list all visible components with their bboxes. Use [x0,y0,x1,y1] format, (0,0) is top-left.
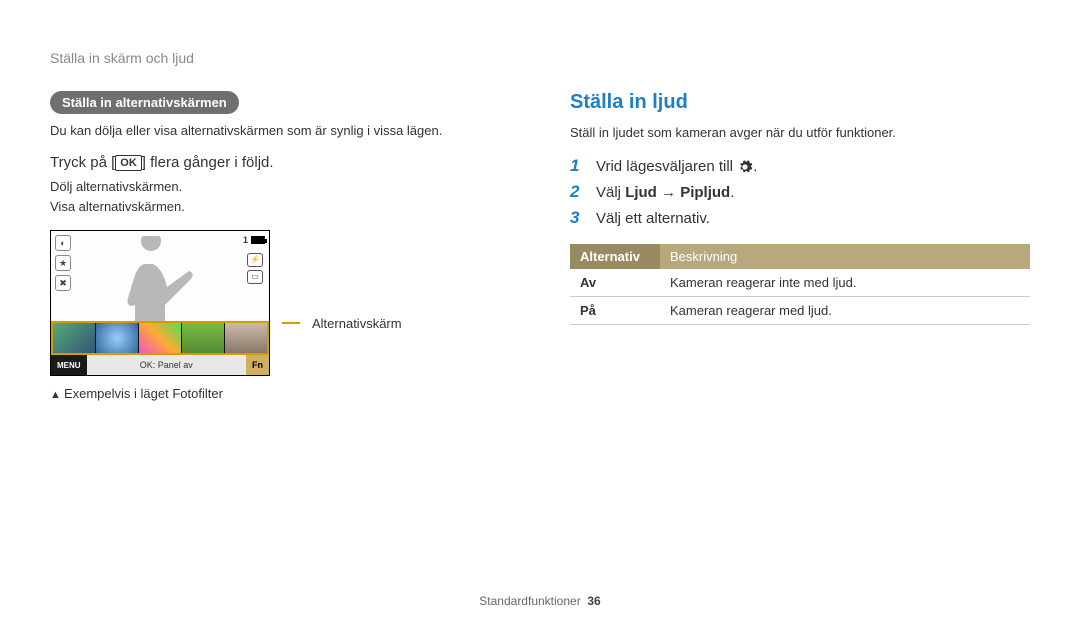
breadcrumb: Ställa in skärm och ljud [50,50,1030,66]
page-number: 36 [587,594,600,608]
instr-prefix: Tryck på [ [50,154,115,171]
step-pre: Vrid lägesväljaren till [596,158,737,175]
opt-cell: Av [570,269,660,297]
sub-item-2: Visa alternativskärmen. [50,197,510,217]
filter-strip [51,321,269,355]
gear-icon [737,159,753,175]
step-bold2: Pipljud [680,184,730,201]
step-pre: Välj [596,184,625,201]
example-note: Exempelvis i läget Fotofilter [50,386,510,401]
off-icon: ✖ [55,275,71,291]
section-heading: Ställa in ljud [570,91,1030,114]
step-text: Vrid lägesväljaren till . [596,158,757,175]
status-bar: 1 [243,235,265,245]
step-post: . [753,158,757,175]
thumb-1 [53,323,96,353]
camera-preview: ◐ ★ ✖ 1 ⚡ ▭ [50,230,270,376]
thumb-3 [139,323,182,353]
callout-line [282,322,300,324]
thumb-5 [225,323,267,353]
menu-button: MENU [51,355,87,375]
step-text: Välj ett alternativ. [596,210,710,227]
ok-label: OK: Panel av [87,355,246,375]
footer-label: Standardfunktioner [479,594,580,608]
shot-count: 1 [243,235,248,245]
step-text: Välj Ljud → Pipljud. [596,184,734,201]
intro-text: Du kan dölja eller visa alternativskärme… [50,122,510,140]
person-silhouette [106,236,206,321]
intro-text-right: Ställ in ljudet som kameran avger när du… [570,124,1030,142]
desc-cell: Kameran reagerar inte med ljud. [660,269,1030,297]
thumb-4 [182,323,225,353]
fn-button: Fn [246,355,269,375]
instr-suffix: ] flera gånger i följd. [142,154,274,171]
step-post: . [730,184,734,201]
battery-icon [251,236,265,244]
thumb-2 [96,323,139,353]
step-pre: Välj ett alternativ. [596,210,710,227]
step-num: 3 [570,208,586,228]
sub-list: Dölj alternativskärmen. Visa alternativs… [50,177,510,216]
mode-icon: ◐ [55,235,71,251]
sub-item-1: Dölj alternativskärmen. [50,177,510,197]
ok-key-icon: OK [115,155,142,171]
star-icon: ★ [55,255,71,271]
step-arrow: → [657,184,680,201]
desc-cell: Kameran reagerar med ljud. [660,297,1030,325]
steps-list: 1 Vrid lägesväljaren till . 2 Välj Ljud … [570,156,1030,228]
size-icon: ▭ [247,270,263,284]
options-table: Alternativ Beskrivning Av Kameran reager… [570,244,1030,325]
step-num: 1 [570,156,586,176]
th-option: Alternativ [570,244,660,269]
flash-icon: ⚡ [247,253,263,267]
table-row: Av Kameran reagerar inte med ljud. [570,269,1030,297]
table-row: På Kameran reagerar med ljud. [570,297,1030,325]
th-desc: Beskrivning [660,244,1030,269]
step-bold1: Ljud [625,184,657,201]
opt-cell: På [570,297,660,325]
footer: Standardfunktioner 36 [0,594,1080,608]
step-2: 2 Välj Ljud → Pipljud. [570,182,1030,202]
instruction-line: Tryck på [OK] flera gånger i följd. [50,154,510,171]
callout-label: Alternativskärm [312,316,402,331]
step-3: 3 Välj ett alternativ. [570,208,1030,228]
step-num: 2 [570,182,586,202]
step-1: 1 Vrid lägesväljaren till . [570,156,1030,176]
section-pill: Ställa in alternativskärmen [50,91,239,114]
